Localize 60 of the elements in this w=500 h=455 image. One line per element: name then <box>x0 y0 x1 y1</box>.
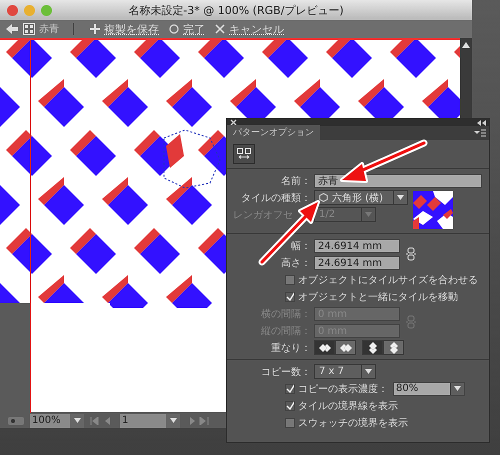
diamonds-icon <box>340 344 352 352</box>
edit-tile-button[interactable] <box>233 144 255 164</box>
tile-preview-drawing <box>413 191 453 229</box>
checkbox-label: オブジェクトと一緒にタイルを移動 <box>298 290 458 304</box>
field-label: 高さ： <box>280 256 311 270</box>
caret-icon <box>74 418 80 423</box>
checkmark-icon <box>286 292 294 302</box>
caret-icon <box>365 369 372 374</box>
back-arrow-icon[interactable] <box>5 23 19 35</box>
field-label: 名前： <box>280 174 311 188</box>
toolbar-link[interactable]: 完了 <box>183 22 205 36</box>
overlap-button[interactable] <box>362 340 383 355</box>
caret-icon <box>397 195 404 200</box>
diamonds-icon <box>368 342 376 354</box>
status-toggle-icon[interactable] <box>8 416 24 424</box>
field-label: 重なり： <box>270 342 311 354</box>
caret-icon <box>170 418 176 423</box>
hexagon-icon <box>319 193 328 202</box>
checkbox-label: オブジェクトにタイルサイズを合わせる <box>298 274 478 286</box>
tile-type-dropdown[interactable]: 六角形 (横) <box>314 190 408 205</box>
panel-menu-icon[interactable] <box>474 129 486 137</box>
diamonds-icon <box>390 342 398 354</box>
close-icon[interactable] <box>230 119 237 126</box>
height-field[interactable]: 24.6914 mm <box>314 256 400 270</box>
zoom-dropdown[interactable]: 100% <box>30 414 84 428</box>
caret-icon <box>365 212 372 217</box>
page-dropdown[interactable]: 1 <box>120 414 180 428</box>
field-label: タイルの種類： <box>240 192 311 204</box>
overlap-button[interactable] <box>335 340 356 355</box>
checkbox-label: スウォッチの境界を表示 <box>298 416 408 430</box>
checkbox-label: タイルの境界線を表示 <box>298 400 398 412</box>
swatch-name: 赤青 <box>39 22 59 36</box>
overlap-button[interactable] <box>314 340 335 355</box>
tile-tool-icon <box>237 148 251 160</box>
overlap-button[interactable] <box>383 340 404 355</box>
name-field[interactable]: 赤青 <box>314 174 482 188</box>
close-button[interactable] <box>7 4 18 16</box>
scroll-up-icon[interactable] <box>462 42 470 48</box>
checkbox[interactable] <box>285 292 295 302</box>
toolbar-link[interactable]: キャンセル <box>229 22 284 36</box>
close-icon <box>215 24 225 34</box>
link-icon[interactable] <box>406 247 416 261</box>
width-field[interactable]: 24.6914 mm <box>314 238 400 252</box>
field-label: 幅： <box>290 240 311 252</box>
checkbox[interactable] <box>285 400 295 410</box>
window-title: 名称未設定-3* @ 100% (RGB/プレビュー) <box>127 2 345 18</box>
field-label: コピー数： <box>260 366 311 378</box>
panel-tab[interactable]: パターンオプション <box>227 125 320 140</box>
plus-icon <box>90 24 100 34</box>
circle-icon <box>169 24 179 34</box>
checkbox[interactable] <box>285 384 295 394</box>
pattern-swatch-icon <box>23 23 35 35</box>
caret-icon <box>454 386 461 391</box>
checkbox[interactable] <box>285 274 295 284</box>
opacity-dropdown[interactable]: 80% <box>393 382 465 396</box>
diamonds-icon <box>318 344 330 352</box>
copies-dropdown[interactable]: 7 x 7 <box>314 364 376 379</box>
checkbox[interactable] <box>285 418 295 428</box>
checkbox-label: コピーの表示濃度： <box>298 382 388 396</box>
toolbar-link[interactable]: 複製を保存 <box>104 22 159 36</box>
